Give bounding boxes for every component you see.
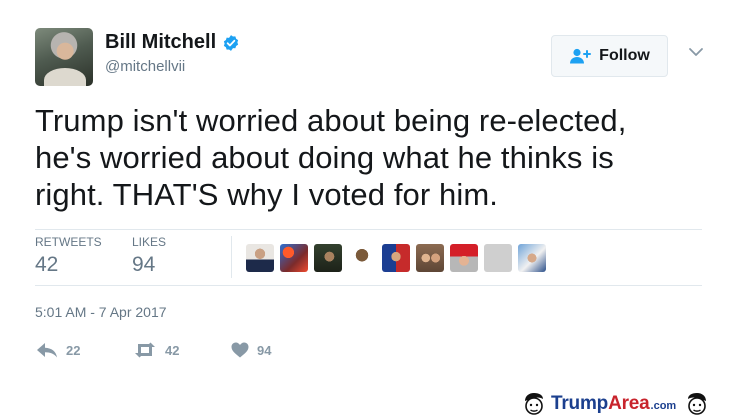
likes-count: 94 xyxy=(132,253,156,276)
display-name[interactable]: Bill Mitchell xyxy=(105,31,216,54)
reply-count: 22 xyxy=(66,342,81,358)
liker-avatar[interactable] xyxy=(314,244,342,272)
liker-avatar[interactable] xyxy=(280,244,308,272)
stats-separator xyxy=(231,236,232,278)
retweets-stat[interactable]: RETWEETS 42 xyxy=(35,235,102,277)
tweet-text-line: Trump isn't worried about being re-elect… xyxy=(35,103,627,138)
add-user-icon xyxy=(570,48,592,64)
liker-avatar[interactable] xyxy=(382,244,410,272)
retweets-count: 42 xyxy=(35,253,59,276)
liker-avatars xyxy=(246,244,546,272)
display-name-row[interactable]: Bill Mitchell xyxy=(105,31,240,54)
reply-icon xyxy=(37,343,57,358)
reply-button[interactable]: 22 xyxy=(36,342,80,358)
divider xyxy=(35,229,702,230)
user-handle[interactable]: @mitchellvii xyxy=(105,58,185,75)
likes-label: LIKES xyxy=(132,235,167,249)
tweet-text: Trump isn't worried about being re-elect… xyxy=(35,102,715,213)
liker-avatar[interactable] xyxy=(416,244,444,272)
tweet-text-line: right. THAT'S why I voted for him. xyxy=(35,177,498,212)
liker-avatar[interactable] xyxy=(246,244,274,272)
tweet-timestamp[interactable]: 5:01 AM - 7 Apr 2017 xyxy=(35,304,167,320)
caricature-right-icon xyxy=(688,392,707,415)
like-button[interactable]: 94 xyxy=(231,342,271,358)
caricature-left-icon xyxy=(525,392,543,415)
liker-avatar[interactable] xyxy=(518,244,546,272)
chevron-down-icon[interactable] xyxy=(688,46,704,58)
watermark-suffix: .com xyxy=(650,400,677,412)
heart-icon xyxy=(231,342,249,358)
retweets-label: RETWEETS xyxy=(35,235,102,249)
tweet-text-line: he's worried about doing what he thinks … xyxy=(35,140,614,175)
liker-avatar[interactable] xyxy=(348,244,376,272)
retweet-count: 42 xyxy=(165,342,180,358)
avatar[interactable] xyxy=(35,28,93,86)
verified-badge-icon xyxy=(224,34,239,51)
retweet-button[interactable]: 42 xyxy=(133,342,179,358)
like-count: 94 xyxy=(257,342,272,358)
follow-button-label: Follow xyxy=(599,47,650,64)
likes-stat[interactable]: LIKES 94 xyxy=(132,235,166,277)
retweet-icon xyxy=(135,342,155,358)
liker-avatar[interactable] xyxy=(484,244,512,272)
follow-button[interactable]: Follow xyxy=(551,35,668,77)
divider xyxy=(35,285,702,286)
watermark-brand: TrumpArea xyxy=(551,392,650,414)
liker-avatar[interactable] xyxy=(450,244,478,272)
trumparea-watermark: TrumpArea .com xyxy=(521,390,740,417)
